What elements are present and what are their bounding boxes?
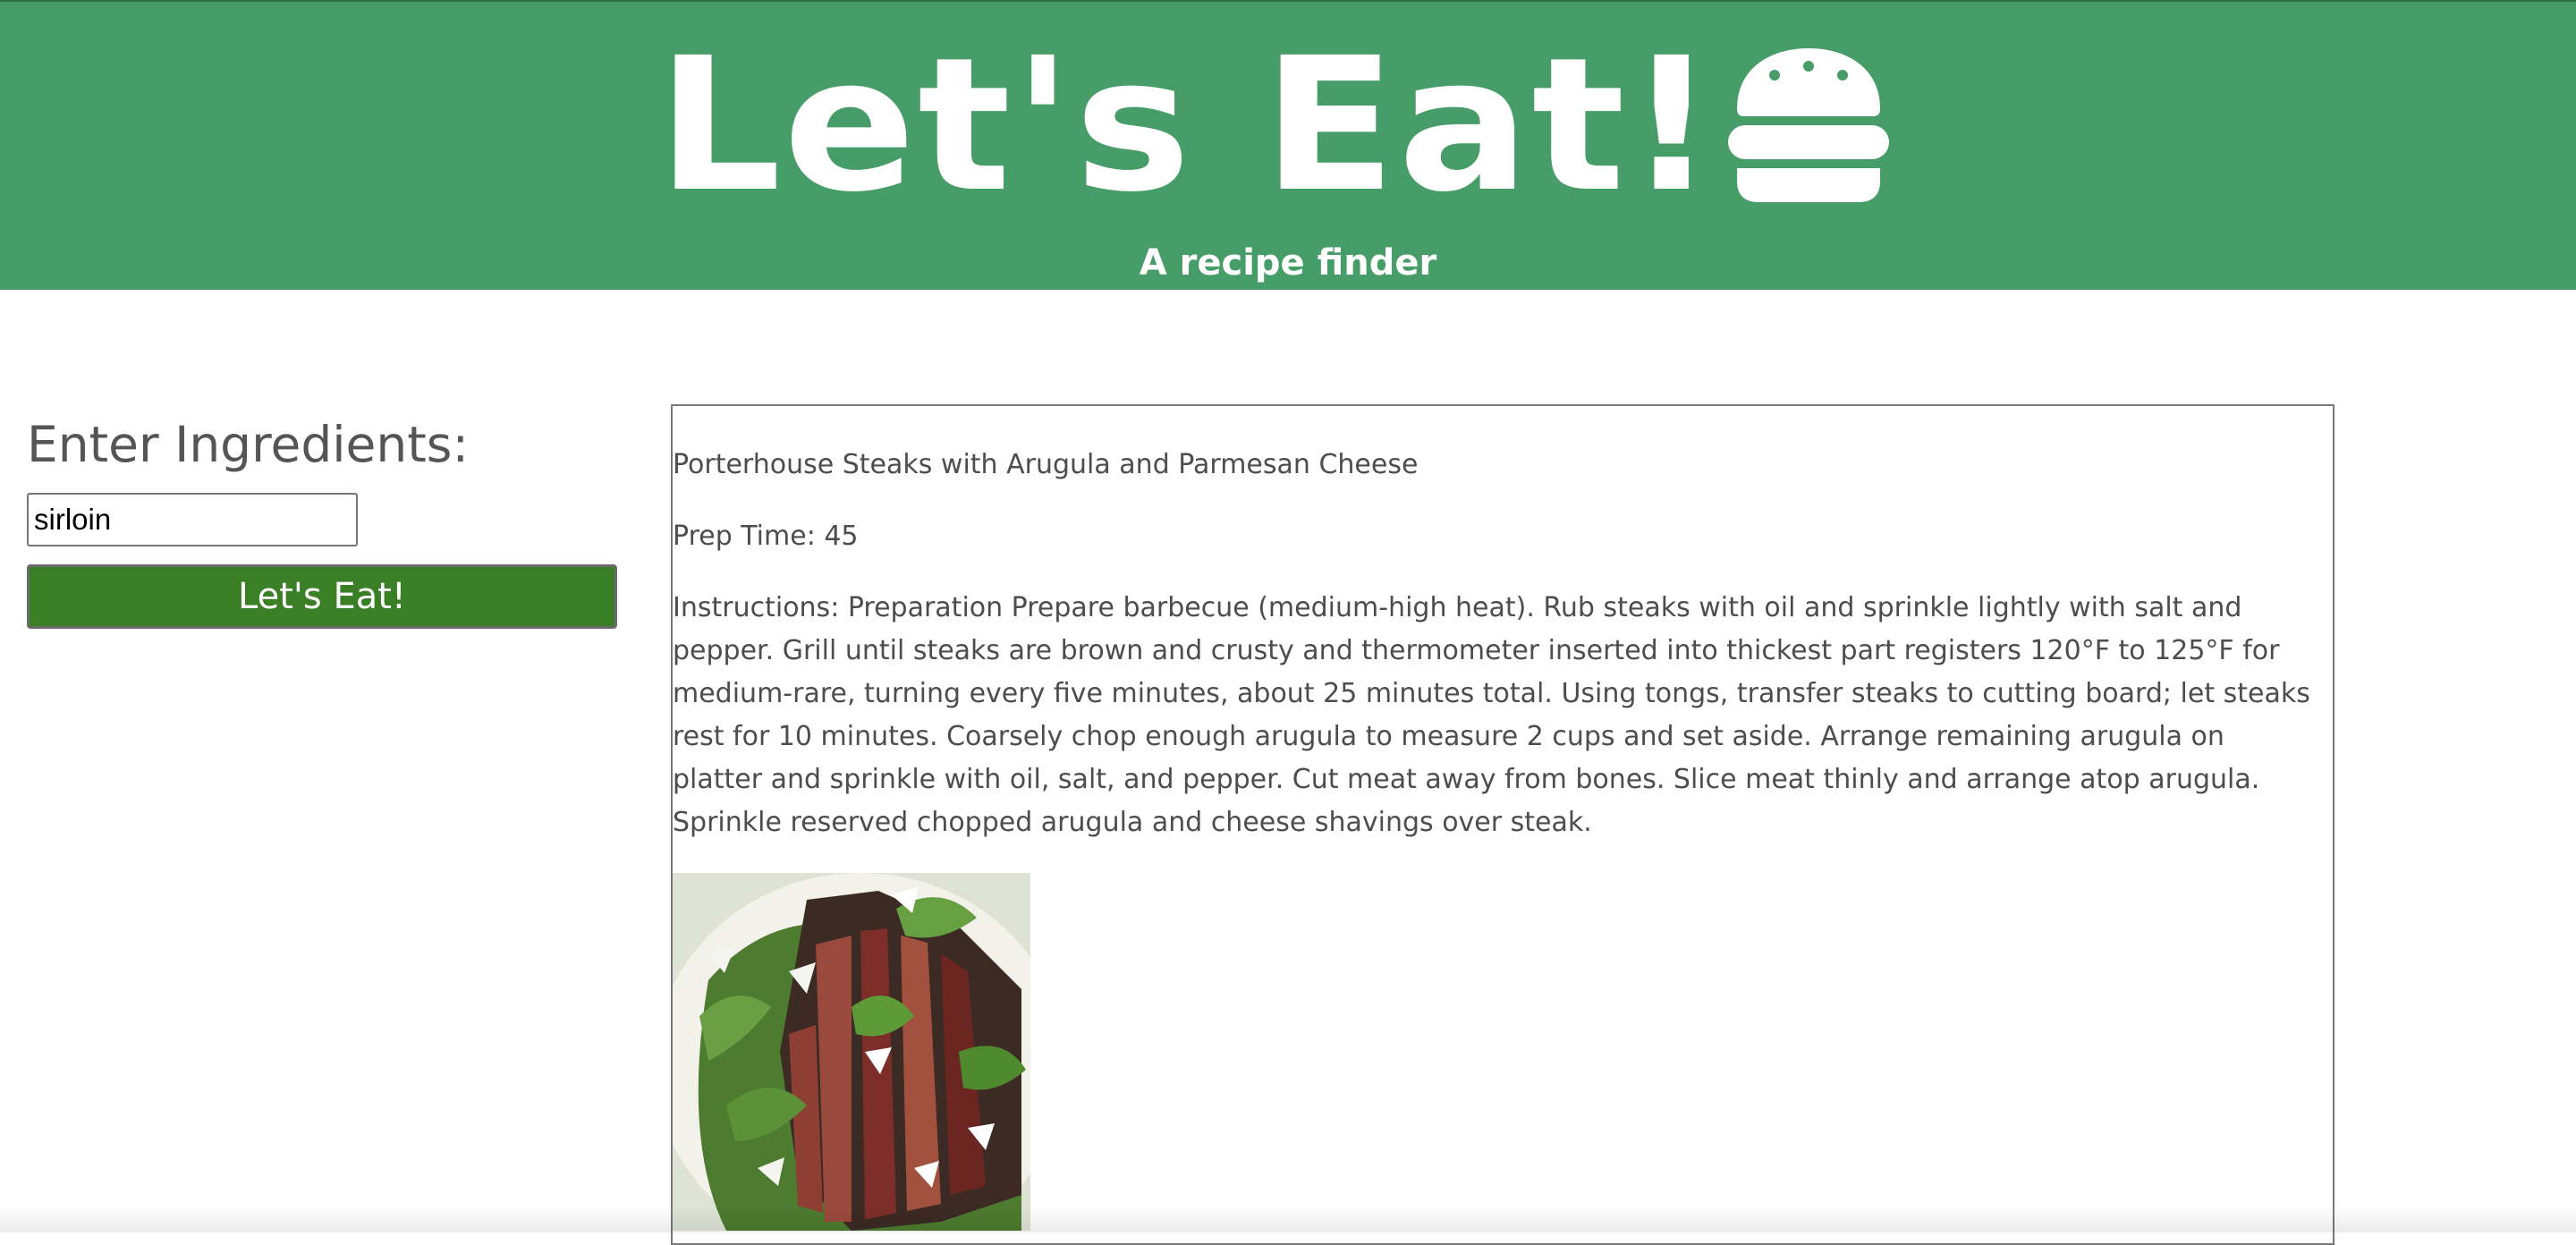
site-subtitle: A recipe finder: [1139, 242, 1437, 284]
title-row: Let's Eat!: [0, 27, 2576, 224]
lets-eat-button[interactable]: Let's Eat!: [27, 564, 617, 629]
recipe-result: Porterhouse Steaks with Arugula and Parm…: [671, 404, 2334, 1245]
recipe-prep-time: Prep Time: 45: [673, 521, 859, 552]
ingredients-heading: Enter Ingredients:: [27, 416, 469, 473]
site-title: Let's Eat!: [657, 18, 1719, 233]
recipe-instructions: Instructions: Preparation Prepare barbec…: [673, 592, 2310, 838]
burger-icon: [1727, 48, 1889, 202]
recipe-image: [673, 873, 1030, 1231]
site-header: Let's Eat! A recipe finder: [0, 2, 2576, 290]
ingredient-panel: Enter Ingredients: Let's Eat!: [27, 420, 617, 629]
recipe-title: Porterhouse Steaks with Arugula and Parm…: [673, 449, 1419, 480]
ingredients-input[interactable]: [27, 493, 358, 546]
